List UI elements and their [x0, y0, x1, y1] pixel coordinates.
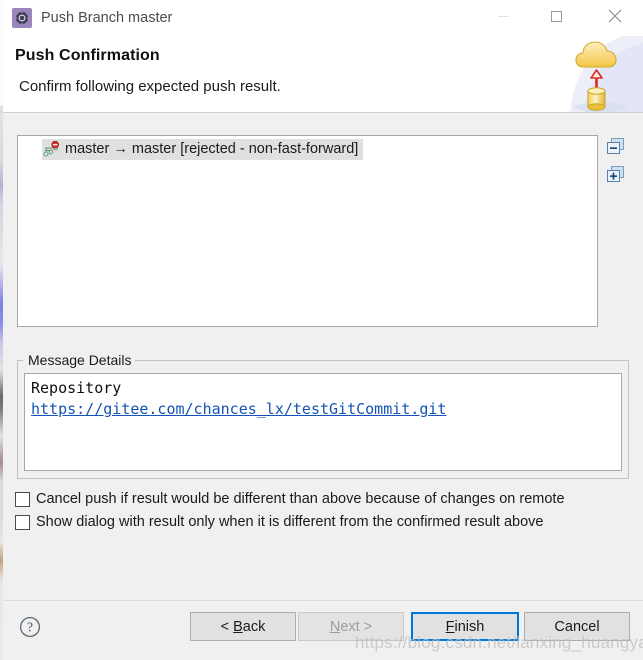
header-artwork: [538, 36, 643, 113]
close-button[interactable]: [592, 0, 638, 32]
repository-url-link[interactable]: https://gitee.com/chances_lx/testGitComm…: [31, 399, 446, 420]
branch-rejected-icon: [43, 141, 59, 157]
show-dialog-option[interactable]: Show dialog with result only when it is …: [15, 514, 544, 531]
cancel-push-label: Cancel push if result would be different…: [36, 491, 565, 507]
cloud-upload-database-icon: [538, 36, 643, 113]
list-tool-buttons: [606, 137, 628, 193]
expand-all-button[interactable]: [606, 165, 626, 185]
cancel-button-label: Cancel: [554, 618, 600, 635]
dialog-body: master → master [rejected - non-fast-for…: [3, 113, 643, 600]
group-title: Message Details: [25, 352, 135, 369]
next-button-label: Next >: [329, 618, 373, 635]
page-title: Push Confirmation: [15, 47, 160, 64]
window-title: Push Branch master: [41, 10, 173, 26]
title-bar: Push Branch master: [3, 0, 643, 36]
finish-button-label: Finish: [445, 618, 485, 635]
gear-glyph: [15, 11, 29, 25]
cancel-push-checkbox[interactable]: [15, 492, 30, 507]
svg-text:?: ?: [27, 620, 33, 635]
cancel-button[interactable]: Cancel: [524, 612, 630, 641]
push-confirmation-dialog: Push Branch master Push Confirmation Con…: [0, 0, 643, 660]
back-button[interactable]: < Back: [190, 612, 296, 641]
list-item[interactable]: master → master [rejected - non-fast-for…: [42, 139, 363, 160]
minimize-button[interactable]: [480, 0, 526, 32]
help-button[interactable]: ?: [19, 616, 41, 638]
maximize-icon: [550, 10, 562, 22]
next-button: Next >: [298, 612, 404, 641]
help-icon: ?: [19, 616, 41, 638]
collapse-all-button[interactable]: [606, 137, 626, 157]
expand-all-icon: [607, 166, 624, 182]
finish-button[interactable]: Finish: [411, 612, 519, 641]
back-button-label: < Back: [220, 618, 266, 635]
group-frame-top-left: [17, 360, 23, 361]
push-result-list[interactable]: master → master [rejected - non-fast-for…: [17, 135, 598, 327]
show-dialog-label: Show dialog with result only when it is …: [36, 514, 544, 530]
message-details-group: Message Details Repository https://gitee…: [17, 352, 629, 479]
cancel-push-option[interactable]: Cancel push if result would be different…: [15, 491, 565, 508]
maximize-button[interactable]: [533, 0, 579, 32]
message-details-text[interactable]: Repository https://gitee.com/chances_lx/…: [24, 373, 622, 471]
list-item-label: master → master [rejected - non-fast-for…: [65, 141, 359, 157]
app-gear-icon: [12, 8, 32, 28]
wizard-header: Push Confirmation Confirm following expe…: [3, 36, 643, 113]
close-icon: [608, 9, 622, 23]
repository-heading: Repository: [31, 379, 122, 397]
page-subtitle: Confirm following expected push result.: [19, 78, 281, 95]
minimize-icon: [497, 15, 509, 17]
collapse-all-icon: [607, 138, 624, 154]
show-dialog-checkbox[interactable]: [15, 515, 30, 530]
dialog-footer: ? < Back Next > Finish Cancel: [3, 600, 643, 660]
group-frame-top-right: [124, 360, 629, 361]
